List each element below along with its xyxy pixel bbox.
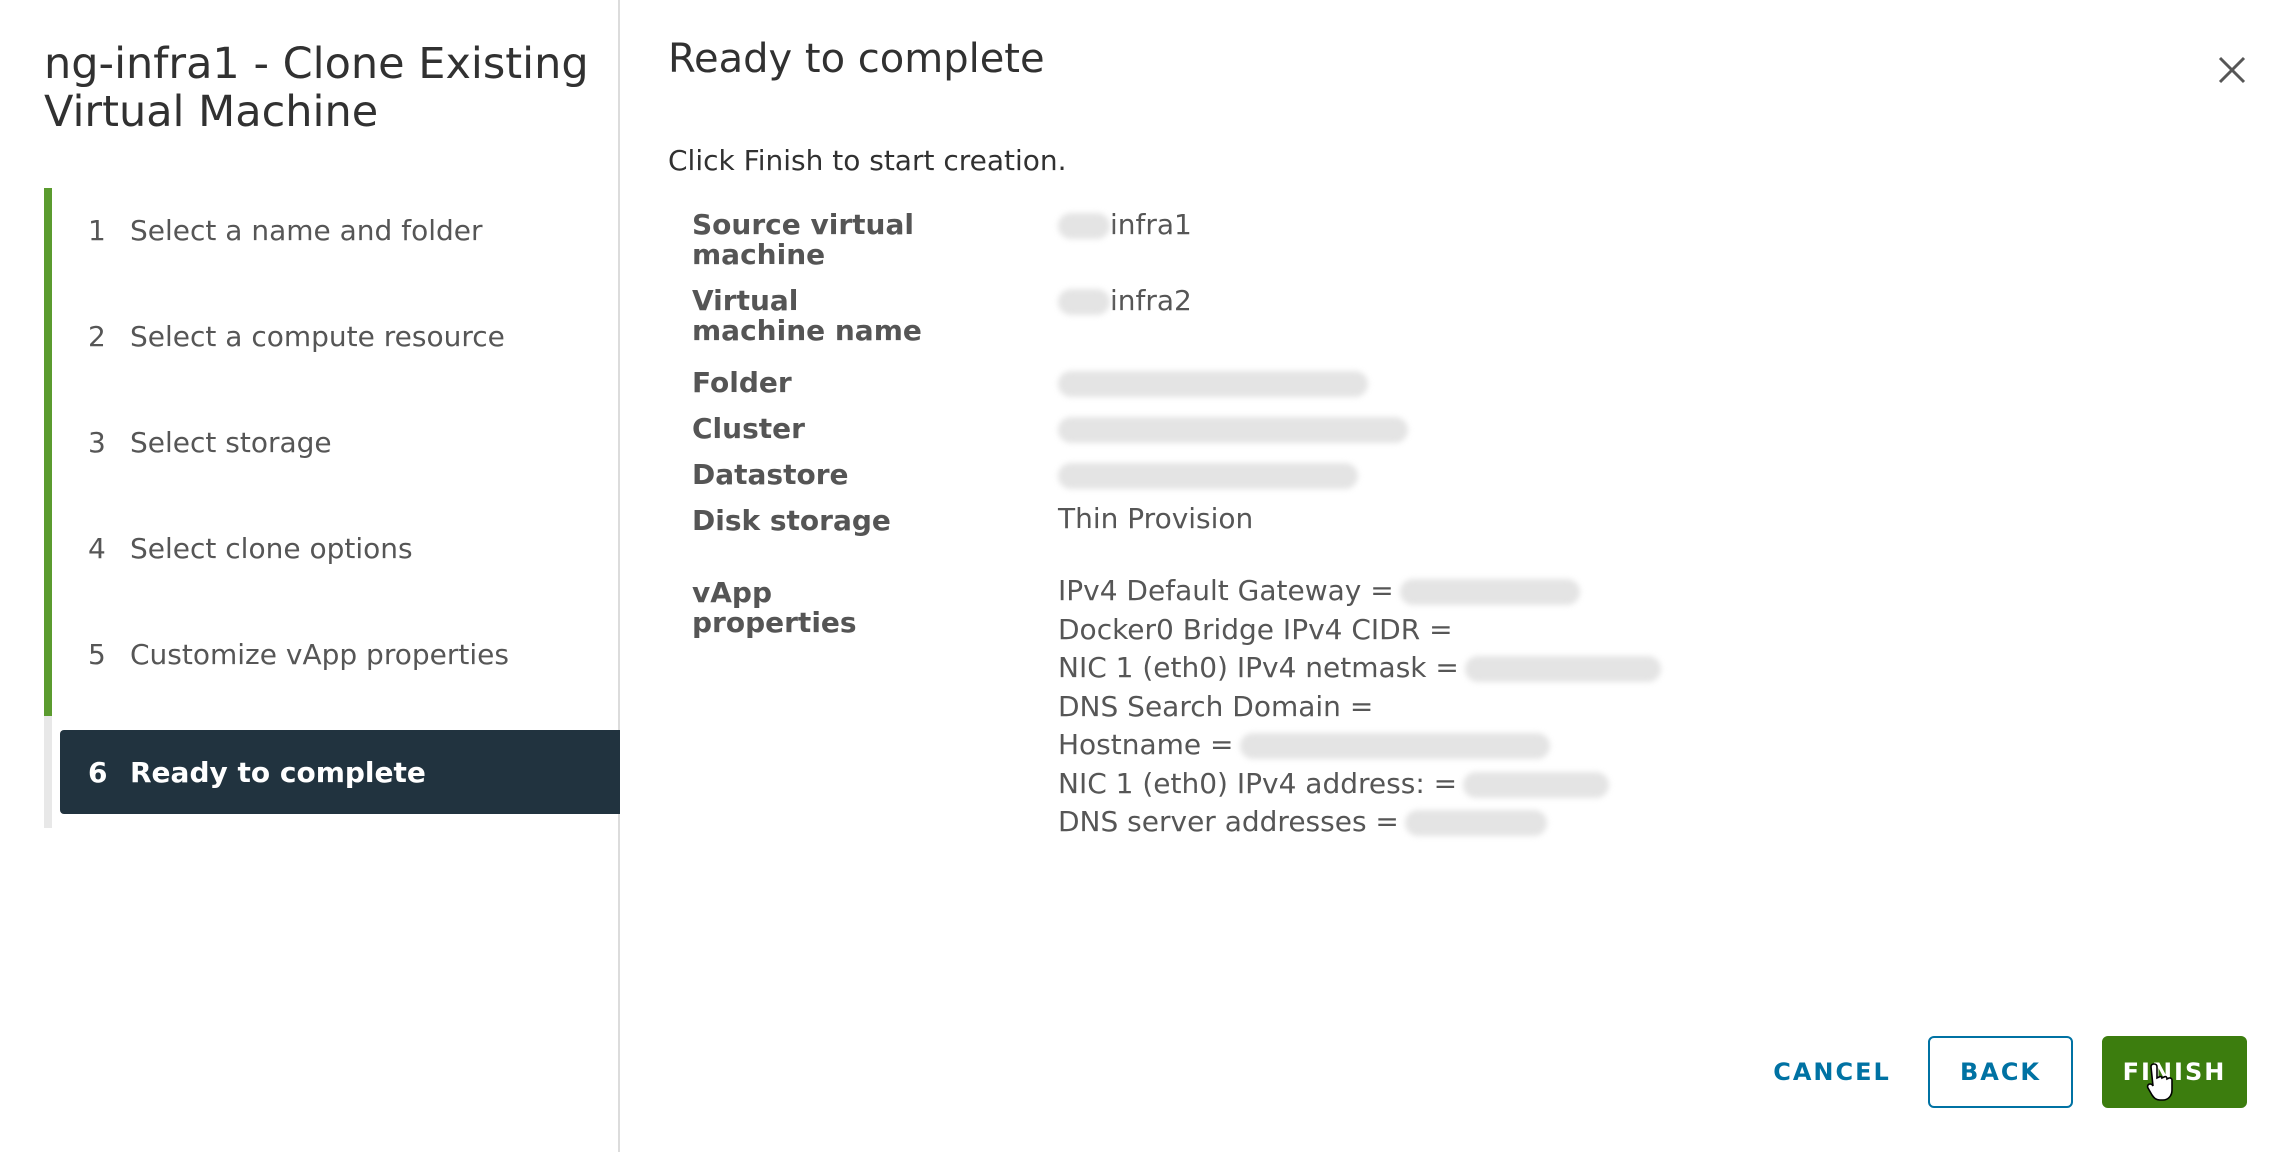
summary-key: Cluster [692, 412, 805, 445]
redacted-block [1464, 656, 1661, 682]
step-number: 2 [88, 319, 106, 353]
redacted-block [1058, 463, 1358, 489]
summary-key: Disk storage [692, 504, 891, 537]
finish-button[interactable]: FINISH [2102, 1036, 2247, 1108]
summary-value: infra2 [1058, 286, 1192, 316]
intro-text: Click Finish to start creation. [668, 144, 1067, 177]
step-label: Select a name and folder [130, 213, 483, 247]
redacted-block [1058, 417, 1408, 443]
step-label: Ready to complete [130, 755, 426, 789]
step-number: 6 [88, 755, 108, 789]
wizard-title: ng-infra1 - Clone Existing Virtual Machi… [44, 39, 589, 137]
source-vm-value: infra1 [1110, 208, 1192, 241]
vapp-properties-list: IPv4 Default Gateway = Docker0 Bridge IP… [1058, 572, 1661, 842]
summary-key: Datastore [692, 458, 849, 491]
vapp-line: Hostname = [1058, 726, 1661, 765]
vapp-line: IPv4 Default Gateway = [1058, 572, 1661, 611]
summary-key: Virtual machine name [692, 284, 922, 347]
close-icon [2218, 56, 2246, 84]
wizard-sidebar: ng-infra1 - Clone Existing Virtual Machi… [0, 0, 620, 1152]
summary-value: infra1 [1058, 210, 1192, 240]
cancel-button[interactable]: CANCEL [1757, 1036, 1907, 1108]
step-number: 4 [88, 531, 106, 565]
back-button[interactable]: BACK [1928, 1036, 2073, 1108]
summary-key: Source virtual machine [692, 208, 914, 271]
summary-value [1058, 460, 1358, 490]
step-select-compute-resource[interactable]: 2 Select a compute resource [52, 294, 612, 378]
vapp-line: Docker0 Bridge IPv4 CIDR = [1058, 612, 1453, 646]
step-number: 5 [88, 637, 106, 671]
redacted-block [1239, 733, 1550, 759]
vm-name-value: infra2 [1110, 284, 1192, 317]
vapp-line: DNS Search Domain = [1058, 689, 1374, 723]
redacted-block [1058, 371, 1368, 397]
step-ready-to-complete[interactable]: 6 Ready to complete [60, 730, 620, 814]
step-number: 3 [88, 425, 106, 459]
redacted-block [1058, 289, 1110, 315]
clone-vm-wizard: ng-infra1 - Clone Existing Virtual Machi… [0, 0, 2290, 1152]
summary-value [1058, 414, 1408, 444]
step-label: Select clone options [130, 531, 413, 565]
step-select-clone-options[interactable]: 4 Select clone options [52, 506, 612, 590]
wizard-main: Ready to complete Click Finish to start … [622, 0, 2290, 1152]
step-track-remaining [44, 716, 52, 828]
vapp-line: DNS server addresses = [1058, 803, 1661, 842]
summary-key: Folder [692, 366, 792, 399]
redacted-block [1399, 579, 1580, 605]
step-customize-vapp[interactable]: 5 Customize vApp properties [52, 612, 612, 696]
summary-key: vApp properties [692, 576, 857, 639]
redacted-block [1463, 771, 1610, 798]
step-select-name-folder[interactable]: 1 Select a name and folder [52, 188, 612, 272]
vapp-line: NIC 1 (eth0) IPv4 address: = [1058, 765, 1661, 804]
step-select-storage[interactable]: 3 Select storage [52, 400, 612, 484]
step-label: Select a compute resource [130, 319, 505, 353]
summary-value [1058, 368, 1368, 398]
step-label: Customize vApp properties [130, 637, 509, 671]
page-title: Ready to complete [668, 36, 1045, 82]
wizard-steps: 1 Select a name and folder 2 Select a co… [44, 188, 620, 828]
step-label: Select storage [130, 425, 332, 459]
close-button[interactable] [2212, 50, 2252, 90]
vapp-line: NIC 1 (eth0) IPv4 netmask = [1058, 649, 1661, 688]
summary-value: Thin Provision [1058, 502, 1254, 535]
redacted-block [1404, 810, 1547, 836]
redacted-block [1058, 213, 1110, 239]
step-number: 1 [88, 213, 106, 247]
